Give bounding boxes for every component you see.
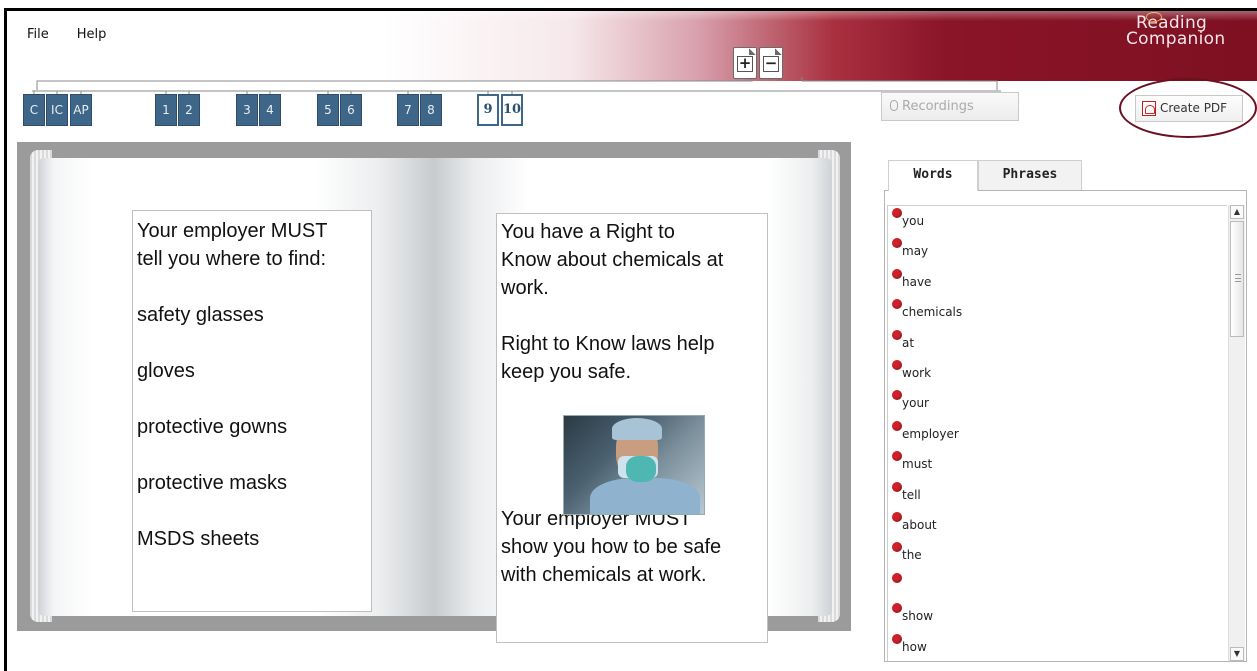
scroll-thumb[interactable] <box>1230 221 1244 337</box>
audio-bullet-icon[interactable] <box>892 633 902 644</box>
page-chip-10[interactable]: 10 <box>501 94 523 126</box>
word-label: tell <box>902 487 921 502</box>
word-label: work <box>902 366 932 380</box>
scroll-up-icon[interactable]: ▲ <box>1230 205 1244 219</box>
word-label: the <box>902 548 922 563</box>
page-chip-2[interactable]: 2 <box>178 94 200 126</box>
audio-bullet-icon[interactable] <box>892 603 902 614</box>
text-line: safety glasses <box>137 304 264 326</box>
minus-icon: − <box>763 54 779 72</box>
right-page-top-text: You have a Right to Know about chemicals … <box>501 218 763 386</box>
word-list-scrollbar[interactable]: ▲ ▼ <box>1228 205 1245 661</box>
text-line: protective masks <box>137 472 288 494</box>
audio-bullet-icon[interactable] <box>892 572 902 583</box>
right-page-bottom-text: Your employer MUST show you how to be saf… <box>501 505 763 589</box>
audio-bullet-icon[interactable] <box>892 208 902 218</box>
text-line: work. <box>501 277 549 299</box>
tab-phrases[interactable]: Phrases <box>978 160 1082 190</box>
text-line: MSDS sheets <box>137 528 260 550</box>
word-label: about <box>902 518 937 532</box>
page-chip-c[interactable]: C <box>23 94 45 126</box>
text-line: gloves <box>137 360 195 382</box>
scroll-down-icon[interactable]: ▼ <box>1230 647 1244 661</box>
page-chip-5[interactable]: 5 <box>317 94 339 126</box>
text-line: show you how to be safe <box>501 536 722 558</box>
left-page-text: Your employer MUST tell you where to find… <box>132 210 372 612</box>
page-chip-ic[interactable]: IC <box>46 94 68 126</box>
audio-bullet-icon[interactable] <box>892 542 902 553</box>
word-label: employer <box>902 426 959 441</box>
audio-bullet-icon[interactable] <box>892 390 902 401</box>
page-chip-8[interactable]: 8 <box>420 94 442 126</box>
page-chip-4[interactable]: 4 <box>259 94 281 126</box>
pdf-icon <box>1142 101 1156 116</box>
text-line <box>501 302 763 330</box>
page-chip-6[interactable]: 6 <box>340 94 362 126</box>
logo-ring-icon <box>1146 12 1162 22</box>
word-label: how <box>902 639 927 654</box>
word-label: show <box>902 609 934 624</box>
create-pdf-button[interactable]: Create PDF <box>1135 95 1243 122</box>
page-chip-9[interactable]: 9 <box>477 94 499 126</box>
reading-companion-logo: Reading Companion <box>1126 12 1226 49</box>
tab-words[interactable]: Words <box>888 160 978 191</box>
recordings-button[interactable]: Recordings <box>881 92 1019 121</box>
word-label: your <box>902 396 929 411</box>
audio-bullet-icon[interactable] <box>892 329 902 340</box>
vocabulary-panel: Words Phrases you may have chemicals at work y… <box>884 160 1247 662</box>
audio-bullet-icon[interactable] <box>892 451 902 462</box>
worker-photo <box>563 415 705 515</box>
grip-icon <box>1235 274 1241 282</box>
page-chip-7[interactable]: 7 <box>397 94 419 126</box>
word-label: have <box>902 274 932 289</box>
audio-bullet-icon[interactable] <box>892 299 902 310</box>
text-line: You have a Right to <box>501 221 675 243</box>
text-line <box>137 441 365 469</box>
text-line: with chemicals at work. <box>501 564 707 586</box>
microphone-icon <box>890 100 898 111</box>
word-label: chemicals <box>902 305 963 320</box>
page-chip-3[interactable]: 3 <box>236 94 258 126</box>
text-line: Your employer MUST <box>137 220 328 242</box>
zoom-in-button[interactable]: + <box>733 47 757 79</box>
word-list: you may have chemicals at work your employer mus… <box>887 205 1227 661</box>
text-line: Right to Know laws help <box>501 333 715 355</box>
plus-icon: + <box>737 54 753 72</box>
word-label: you <box>902 214 925 228</box>
text-line <box>137 497 365 525</box>
audio-bullet-icon[interactable] <box>892 420 902 431</box>
audio-bullet-icon[interactable] <box>892 268 902 279</box>
menu-help[interactable]: Help <box>77 27 107 42</box>
text-line: tell you where to find: <box>137 248 326 270</box>
zoom-controls: + − <box>733 47 785 81</box>
menu-file[interactable]: File <box>27 27 49 42</box>
text-line: keep you safe. <box>501 361 632 383</box>
text-line <box>137 273 365 301</box>
word-label: must <box>902 457 933 472</box>
menu-bar: File Help <box>27 27 106 42</box>
audio-bullet-icon[interactable] <box>892 512 902 522</box>
audio-bullet-icon[interactable] <box>892 481 902 492</box>
text-line <box>137 329 365 357</box>
audio-bullet-icon[interactable] <box>892 360 902 370</box>
zoom-out-button[interactable]: − <box>759 47 783 79</box>
audio-bullet-icon[interactable] <box>892 238 902 249</box>
word-label: may <box>902 244 929 259</box>
top-banner: File Help Reading Companion <box>7 11 1257 81</box>
text-line <box>137 385 365 413</box>
page-chip-1[interactable]: 1 <box>155 94 177 126</box>
word-list-box: you may have chemicals at work your employer mus… <box>884 190 1247 662</box>
page-chip-ap[interactable]: AP <box>70 94 92 126</box>
text-line: Know about chemicals at <box>501 249 724 271</box>
text-line: protective gowns <box>137 416 288 438</box>
word-label: at <box>902 335 915 350</box>
